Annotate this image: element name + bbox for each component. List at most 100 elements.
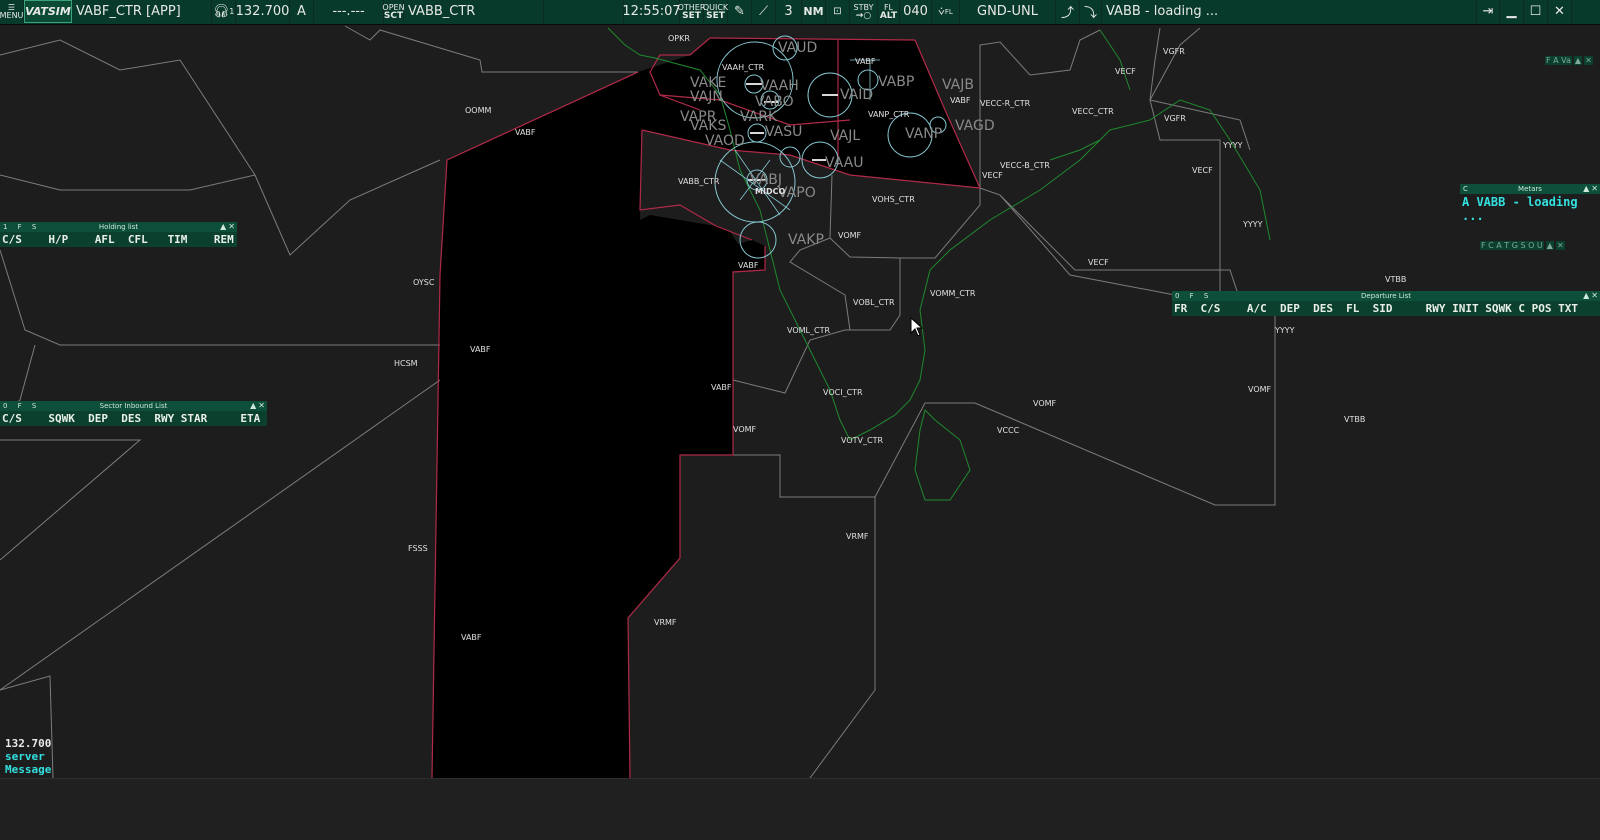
open-sector-button[interactable]: OPEN SCT [382,0,405,23]
collapse-icon[interactable]: ▲ [1583,291,1589,300]
map-label-hcsm: HCSM [394,359,418,368]
map-label-yyyy-2: YYYY [1242,220,1263,229]
mouse-cursor-icon [910,317,924,337]
close-icon[interactable]: ✕ [1591,184,1598,193]
sector-inbound-titlebar[interactable]: 0 F S Sector Inbound List ▲ ✕ [0,401,267,411]
favourites-mini-window[interactable]: F A Va ▲ ✕ [1545,56,1593,65]
unit-toggle[interactable]: NM [802,0,826,23]
server-message: server [5,750,45,763]
collapse-icon[interactable]: ▲ [1545,241,1554,250]
map-label-vobl-ctr: VOBL_CTR [853,298,895,307]
map-options-button[interactable]: ⊡ [826,0,850,23]
map-label-vabf-w: VABF [515,128,536,137]
map-label-vabf-c: VABF [738,261,759,270]
map-label-vabf-l: VABF [470,345,491,354]
map-label-vabf-ne: VABF [855,57,876,66]
sector-name[interactable]: VABB_CTR [404,0,544,23]
sector-inbound-list-window[interactable]: 0 F S Sector Inbound List ▲ ✕ C/S SQWK DE… [0,401,267,426]
close-icon[interactable]: ✕ [1591,291,1598,300]
other-set-button[interactable]: OTHER SET [678,0,705,23]
clock: 12:55:07 [622,0,681,23]
sector-inbound-header: C/S SQWK DEP DES RWY STAR ETA [0,411,267,426]
map-label-vaid: VAID [840,87,873,103]
map-label-vecc-r-ctr: VECC-R_CTR [980,99,1031,108]
map-label-vark: VARK [740,109,778,125]
range-value[interactable]: 3 [776,0,802,23]
close-icon[interactable]: ✕ [1584,56,1593,65]
atis-letter[interactable]: A [290,0,314,23]
holding-list-titlebar[interactable]: 1 F S Holding list ▲ ✕ [0,222,237,232]
fl-filter-button[interactable]: ⩒ FL [932,0,960,23]
map-label-vajn: VAJN [690,89,723,105]
minimize-button[interactable]: ▁ [1500,0,1524,23]
collapse-icon[interactable]: ▲ [1583,184,1589,193]
tag-icon: ✎ [734,4,745,19]
map-label-vecf-s: VECF [1088,258,1109,267]
map-label-vajb: VAJB [942,77,974,93]
close-icon: ✕ [1554,4,1565,19]
map-label-oysc: OYSC [413,278,435,287]
metars-titlebar[interactable]: C Metars ▲ ✕ [1460,184,1600,194]
departure-list-titlebar[interactable]: 0 F S Departure List ▲ ✕ [1172,291,1600,301]
map-label-vaah-ctr: VAAH_CTR [722,63,765,72]
collapse-icon[interactable]: ▲ [1573,56,1583,65]
quick-set-button[interactable]: QUICK SET [703,0,728,23]
map-label-vecc-ctr: VECC_CTR [1072,107,1114,116]
map-label-vasu: VASU [765,124,802,140]
map-label-midco: MIDCO [755,187,785,196]
minimize-icon: ▁ [1506,4,1517,19]
tag-tool-button[interactable]: ✎ [728,0,752,23]
secondary-frequency[interactable]: ---.--- [314,0,384,23]
close-button[interactable]: ✕ [1548,0,1572,23]
map-label-vohs-ctr: VOHS_CTR [872,195,915,204]
map-label-vomm-ctr: VOMM_CTR [930,289,976,298]
map-label-votv-ctr: VOTV_CTR [841,436,883,445]
map-label-vaag: VAGD [955,118,995,134]
route-tool-button[interactable]: ⤴ [1056,0,1080,23]
altitude-filter[interactable]: GND-UNL [960,0,1056,23]
map-label-vabf-m: VABF [711,383,732,392]
map-label-opkr: OPKR [668,34,690,43]
metars-window[interactable]: C Metars ▲ ✕ [1460,184,1600,194]
transition-altitude[interactable]: 040 [900,0,932,23]
close-icon[interactable]: ✕ [258,401,265,410]
filter-mini-window[interactable]: F C A T G S O U ▲ ✕ [1480,241,1565,250]
measure-tool-button[interactable]: ⟋ [752,0,776,23]
headset-button[interactable]: 🎧︎ 1 [212,0,236,23]
departure-list-window[interactable]: 0 F S Departure List ▲ ✕ FR C/S A/C DEP D… [1172,291,1600,316]
bottom-frequency: 132.700 [5,737,52,750]
menu-button[interactable]: ☰ MENU [0,0,24,23]
metar-entry[interactable]: A VABB - loading ... [1462,195,1600,223]
holding-list-window[interactable]: 1 F S Holding list ▲ ✕ C/S H/P AFL CFL TI… [0,222,237,247]
map-label-yyyy-3: YYYY [1274,326,1295,335]
map-label-vecf-e: VECF [1192,166,1213,175]
map-label-vabo: VABO [755,94,794,110]
close-icon[interactable]: ✕ [1555,241,1565,250]
map-label-vabf-s: VABF [461,633,482,642]
command-line-input[interactable] [0,778,1600,840]
callsign-display[interactable]: VABF_CTR [APP] [72,0,212,23]
departure-list-header: FR C/S A/C DEP DES FL SID RWY INIT SQWK … [1172,301,1600,316]
map-label-voml-ctr: VOML_CTR [787,326,830,335]
exit-button[interactable]: ⇥ [1476,0,1500,23]
map-label-vrmf-e: VRMF [846,532,869,541]
waypoint-tool-button[interactable]: ⤵ [1080,0,1102,23]
map-label-vabp: VABP [878,74,914,90]
map-label-vaud: VAUD [778,40,817,56]
vatsim-logo[interactable]: VATSIM [24,0,72,23]
map-label-vrmf-w: VRMF [654,618,677,627]
map-label-vomf-e2: VOMF [1248,385,1272,394]
map-label-vgfr-n: VGFR [1163,47,1185,56]
maximize-button[interactable]: ☐ [1524,0,1548,23]
collapse-icon[interactable]: ▲ [220,222,226,231]
map-label-vecf-n: VECF [1115,67,1136,76]
close-icon[interactable]: ✕ [228,222,235,231]
map-label-oomm: OOMM [465,106,491,115]
fl-alt-toggle[interactable]: FL ALT [878,0,900,23]
standby-button[interactable]: STBY →○ [850,0,878,23]
map-label-fsss: FSSS [408,544,428,553]
collapse-icon[interactable]: ▲ [250,401,256,410]
message-label: Message [5,763,52,776]
primary-frequency[interactable]: 132.700 [236,0,290,23]
measure-icon: ⟋ [758,4,769,19]
